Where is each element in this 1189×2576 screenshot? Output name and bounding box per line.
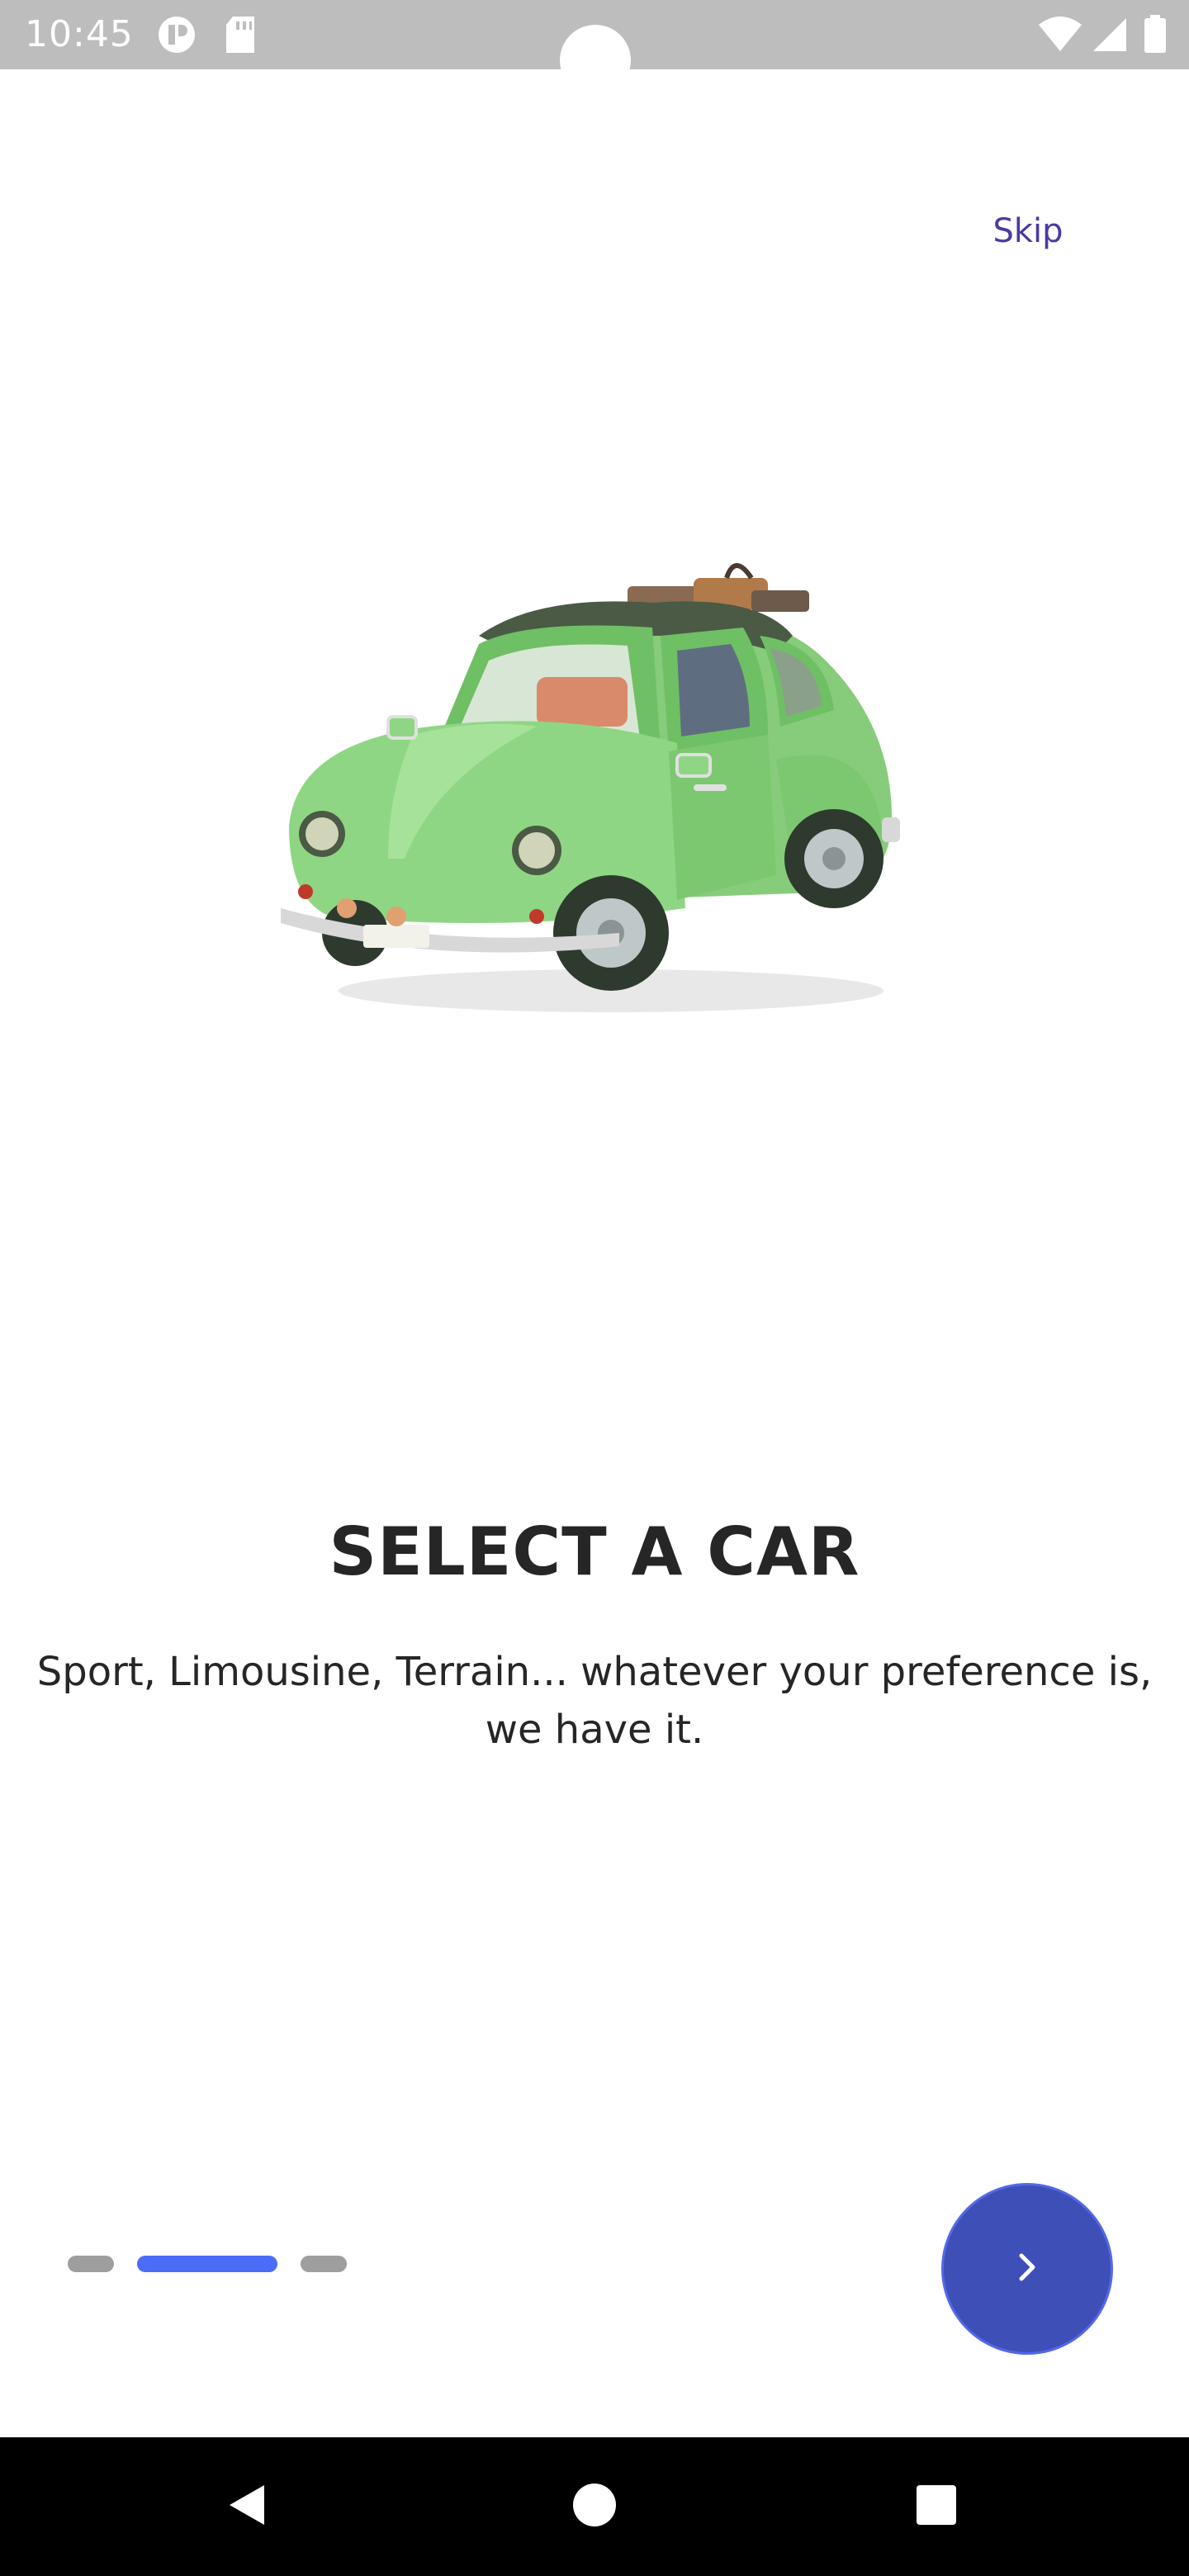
wifi-icon: [1037, 15, 1083, 58]
back-button[interactable]: [165, 2437, 330, 2576]
system-nav-bar: [0, 2437, 1189, 2576]
back-icon: [223, 2480, 272, 2533]
battery-icon: [1143, 15, 1168, 58]
onboarding-description: Sport, Limousine, Terrain... whatever yo…: [36, 1649, 1153, 1753]
home-icon: [570, 2480, 619, 2533]
signal-icon: [1092, 15, 1128, 58]
page-dot-1[interactable]: [68, 2256, 114, 2272]
page-dot-2-active[interactable]: [137, 2256, 277, 2272]
status-time: 10:45: [25, 13, 134, 55]
onboarding-title: SELECT A CAR: [329, 1513, 860, 1590]
onboarding-screen: 10:45 Skip SELECT A CAR Sport, Limousine…: [0, 0, 1189, 2576]
hotspot-icon: [157, 15, 197, 58]
sd-card-icon: [225, 15, 258, 58]
skip-button[interactable]: Skip: [974, 201, 1082, 261]
page-dot-3[interactable]: [301, 2256, 347, 2272]
recents-button[interactable]: [854, 2437, 1019, 2576]
camera-cutout: [560, 25, 631, 96]
car-illustration: [264, 545, 941, 1024]
next-button[interactable]: [941, 2183, 1113, 2355]
page-indicator: [68, 2256, 347, 2272]
home-button[interactable]: [512, 2437, 677, 2576]
recents-icon: [912, 2480, 961, 2533]
chevron-right-icon: [1007, 2247, 1047, 2290]
